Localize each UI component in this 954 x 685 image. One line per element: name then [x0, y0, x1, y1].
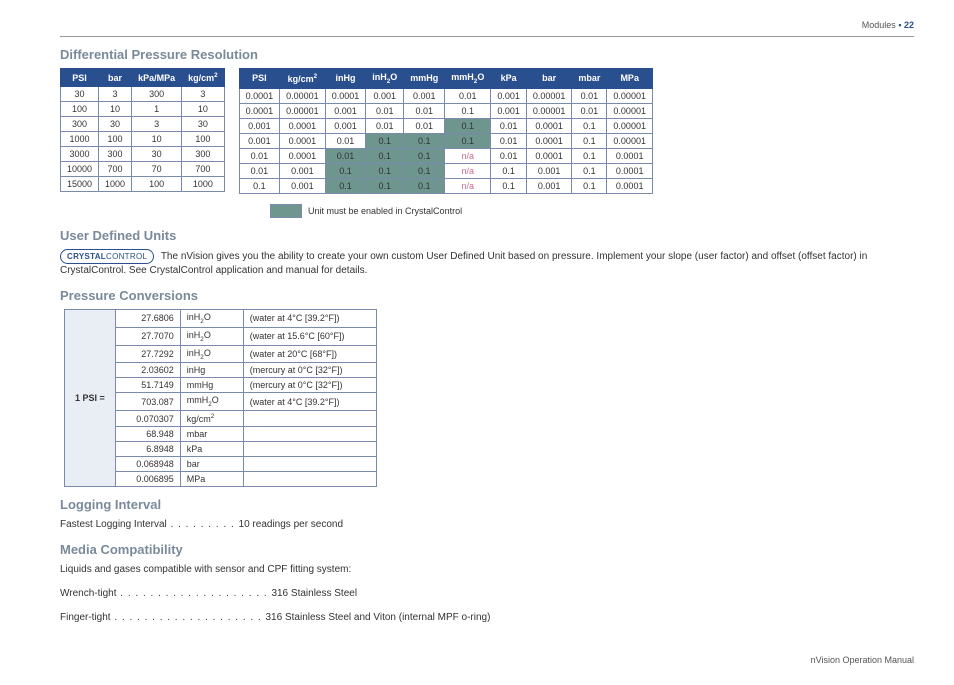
table-b: PSIkg/cm2inHginH2OmmHgmmH2OkPabarmbarMPa…: [239, 68, 653, 194]
heading-media-compatibility: Media Compatibility: [60, 542, 914, 557]
tables-container: PSIbarkPa/MPakg/cm2303300310010110300303…: [60, 68, 914, 194]
heading-user-defined-units: User Defined Units: [60, 228, 914, 243]
logging-row: Fastest Logging Interval . . . . . . . .…: [60, 518, 914, 532]
heading-diff-pressure: Differential Pressure Resolution: [60, 47, 914, 62]
page-number: 22: [904, 20, 914, 30]
media-intro: Liquids and gases compatible with sensor…: [60, 563, 914, 577]
media-item: Wrench-tight . . . . . . . . . . . . . .…: [60, 587, 914, 601]
badge-bold: CRYSTAL: [67, 252, 106, 261]
legend-text: Unit must be enabled in CrystalControl: [308, 206, 462, 216]
media-list: Wrench-tight . . . . . . . . . . . . . .…: [60, 587, 914, 625]
divider: [60, 36, 914, 37]
table-conversions: 1 PSI =27.6806inH2O(water at 4°C [39.2°F…: [64, 309, 377, 487]
udu-text: The nVision gives you the ability to cre…: [60, 251, 867, 276]
table-a: PSIbarkPa/MPakg/cm2303300310010110300303…: [60, 68, 225, 192]
logging-label: Fastest Logging Interval: [60, 519, 167, 530]
udu-paragraph: CRYSTALCONTROL The nVision gives you the…: [60, 249, 914, 278]
crystal-control-badge: CRYSTALCONTROL: [60, 249, 154, 264]
heading-pressure-conversions: Pressure Conversions: [60, 288, 914, 303]
page-header: Modules • 22: [60, 20, 914, 30]
badge-rest: CONTROL: [106, 252, 147, 261]
media-item: Finger-tight . . . . . . . . . . . . . .…: [60, 611, 914, 625]
header-section: Modules: [862, 20, 896, 30]
footer-text: nVision Operation Manual: [60, 655, 914, 665]
legend: Unit must be enabled in CrystalControl: [270, 204, 914, 218]
legend-swatch: [270, 204, 302, 218]
dots: . . . . . . . . .: [167, 519, 239, 530]
logging-value: 10 readings per second: [239, 519, 344, 530]
heading-logging-interval: Logging Interval: [60, 497, 914, 512]
